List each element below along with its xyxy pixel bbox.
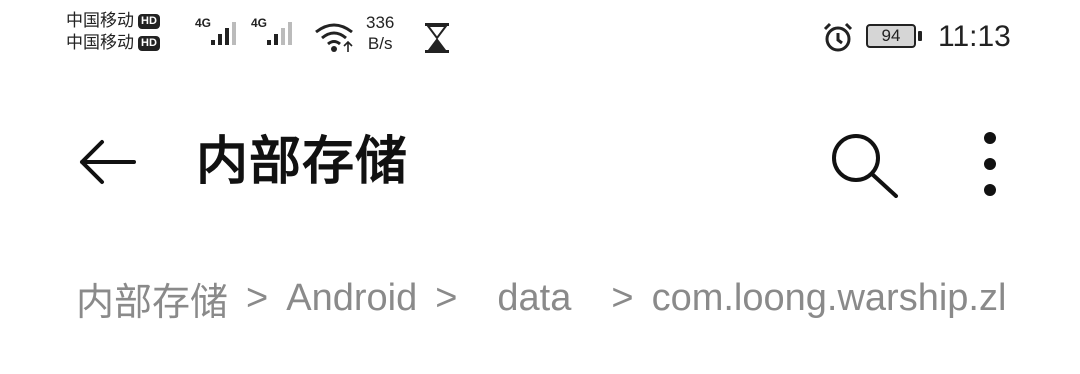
- back-button[interactable]: [78, 134, 138, 190]
- signal-strength-icon: 4G: [195, 14, 241, 50]
- carrier-info: 中国移动 HD 中国移动 HD: [66, 10, 160, 54]
- breadcrumb-item-internal-storage[interactable]: 内部存储: [76, 272, 228, 324]
- network-speed: 336 B/s: [366, 13, 395, 53]
- hd-badge: HD: [138, 13, 160, 29]
- search-icon: [832, 134, 898, 198]
- page-title: 内部存储: [196, 132, 409, 192]
- more-vert-icon: [984, 132, 996, 196]
- status-time: 11:13: [938, 20, 1011, 53]
- breadcrumb-item-android[interactable]: Android: [286, 277, 417, 320]
- search-button[interactable]: [828, 130, 900, 198]
- battery-icon: 94: [866, 24, 922, 48]
- hourglass-icon: [425, 23, 449, 53]
- carrier-name: 中国移动: [66, 11, 134, 31]
- breadcrumb-separator: >: [435, 276, 458, 319]
- battery-level: 94: [866, 24, 916, 48]
- breadcrumb-separator: >: [246, 276, 269, 319]
- app-bar: 内部存储: [0, 110, 1080, 210]
- alarm-clock-icon: [823, 22, 853, 52]
- breadcrumb-item-data[interactable]: data: [497, 277, 571, 320]
- breadcrumb: 内部存储 > Android > data > com.loong.warshi…: [76, 272, 1080, 324]
- wifi-icon: [315, 23, 353, 52]
- status-bar: 中国移动 HD 中国移动 HD 4G 4G 336 B/s 94 11:13: [0, 0, 1080, 80]
- breadcrumb-item-package[interactable]: com.loong.warship.zl: [652, 277, 1007, 320]
- back-arrow-icon: [80, 140, 136, 184]
- carrier-name: 中国移动: [66, 33, 134, 53]
- breadcrumb-separator: >: [611, 276, 634, 319]
- more-options-button[interactable]: [972, 128, 1008, 200]
- hd-badge: HD: [138, 35, 160, 51]
- signal-strength-icon: 4G: [251, 14, 297, 50]
